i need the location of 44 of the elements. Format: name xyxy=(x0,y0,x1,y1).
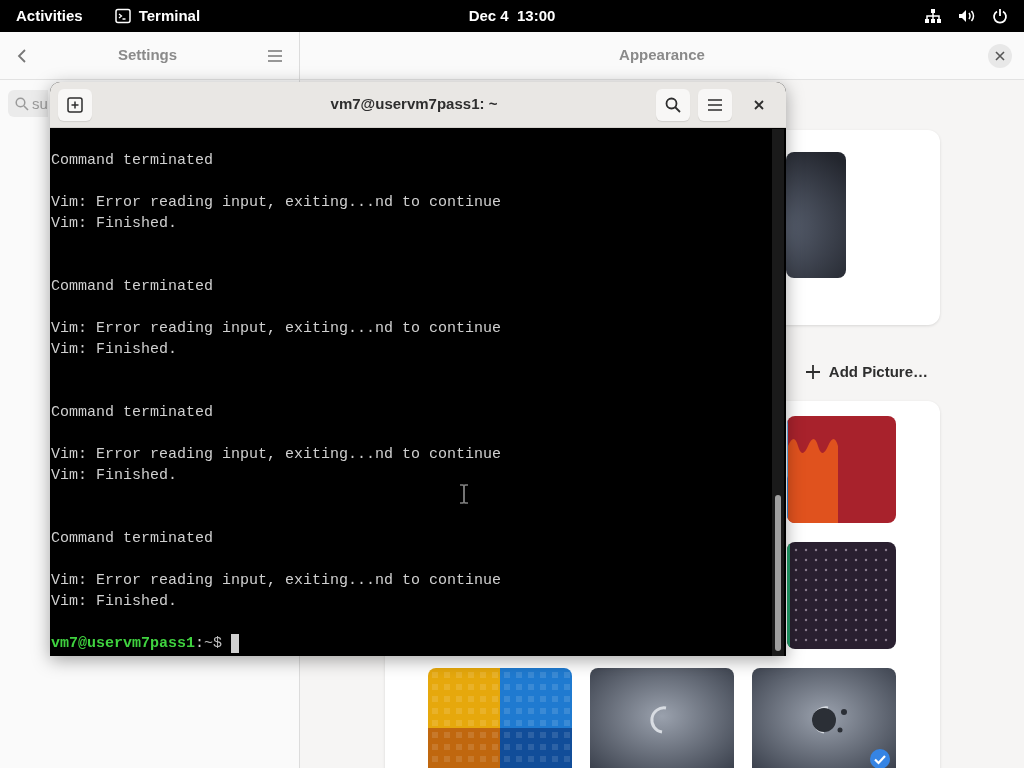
terminal-line: Command terminated xyxy=(51,403,215,423)
text-cursor-icon xyxy=(459,484,469,504)
prompt-path: ~ xyxy=(204,634,214,654)
search-button[interactable] xyxy=(656,88,690,121)
plus-icon xyxy=(804,364,821,380)
search-icon xyxy=(15,97,29,111)
text-cursor xyxy=(231,634,240,653)
terminal-line: Command terminated xyxy=(51,529,215,549)
close-icon xyxy=(754,99,764,110)
terminal-line: Vim: Error reading input, exiting...nd to continue xyxy=(51,193,503,213)
close-button[interactable] xyxy=(988,44,1012,68)
terminal-icon xyxy=(114,8,131,24)
app-menu[interactable]: Terminal xyxy=(106,4,201,28)
prompt-separator: : xyxy=(195,634,205,654)
terminal-line: Vim: Finished. xyxy=(51,466,179,486)
plus-icon xyxy=(67,96,83,113)
terminal-line: Vim: Error reading input, exiting...nd to continue xyxy=(51,571,503,591)
menu-button[interactable] xyxy=(698,88,732,121)
menu-icon[interactable] xyxy=(267,48,283,63)
check-icon xyxy=(870,749,890,768)
terminal-line: Vim: Error reading input, exiting...nd to continue xyxy=(51,445,503,465)
terminal-line: Command terminated xyxy=(51,277,215,297)
power-icon[interactable] xyxy=(992,8,1008,24)
back-icon[interactable] xyxy=(16,47,28,64)
window-title: vm7@uservm7pass1: ~ xyxy=(329,94,499,115)
terminal-line: Command terminated xyxy=(51,151,215,171)
search-icon xyxy=(665,96,681,113)
activities-button[interactable]: Activities xyxy=(16,4,83,28)
terminal-line: Vim: Finished. xyxy=(51,592,179,612)
add-picture-button[interactable]: Add Picture… xyxy=(802,355,930,389)
network-icon[interactable] xyxy=(924,8,942,24)
clock[interactable]: Dec 4 13:00 xyxy=(468,6,556,24)
panel-title: Appearance xyxy=(619,45,705,66)
volume-icon[interactable] xyxy=(958,8,976,24)
terminal-line: Vim: Error reading input, exiting...nd to continue xyxy=(51,319,503,339)
sidebar-title: Settings xyxy=(117,45,178,66)
prompt-symbol: $ xyxy=(213,634,223,654)
close-icon xyxy=(995,51,1005,61)
new-tab-button[interactable] xyxy=(58,88,92,121)
terminal-line: Vim: Finished. xyxy=(51,340,179,360)
terminal-line: Vim: Finished. xyxy=(51,214,179,234)
menu-icon xyxy=(707,97,723,112)
prompt-user: vm7@uservm7pass1 xyxy=(51,634,196,654)
scrollbar-thumb[interactable] xyxy=(775,495,781,651)
